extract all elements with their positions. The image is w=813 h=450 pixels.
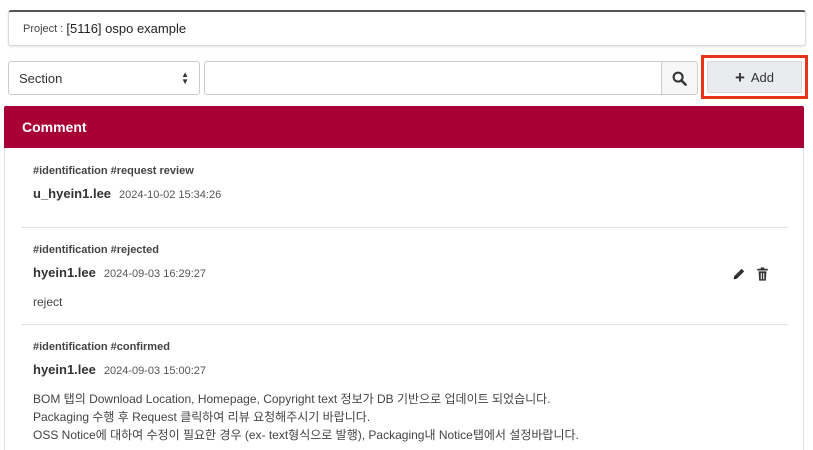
comment-item: #identification #confirmed hyein1.lee 20… [33, 341, 787, 444]
comment-date: 2024-09-03 16:29:27 [103, 268, 207, 280]
comment-tags: #identification #rejected [33, 244, 159, 256]
comment-item: #identification #request review u_hyein1… [33, 165, 787, 201]
comment-line: Packaging 수행 후 Request 클릭하여 리뷰 요청해주시기 바랍… [33, 410, 371, 424]
plus-icon: + [734, 67, 745, 87]
trash-icon[interactable] [756, 267, 769, 281]
search-button[interactable] [661, 61, 698, 95]
comment-tags: #identification #confirmed [33, 341, 170, 353]
comment-author: hyein1.lee [33, 362, 96, 377]
comment-line: OSS Notice에 대하여 수정이 필요한 경우 (ex- text형식으로… [33, 428, 579, 442]
project-name: [5116] ospo example [66, 21, 187, 36]
comment-line: reject [33, 295, 63, 309]
comment-date: 2024-10-02 15:34:26 [119, 189, 222, 201]
comment-item: #identification #rejected hyein1.lee 202… [33, 244, 787, 311]
select-arrows-icon: ▲ ▼ [181, 70, 189, 86]
divider [21, 227, 788, 228]
comment-header-title: Comment [22, 119, 87, 135]
comment-line: BOM 탭의 Download Location, Homepage, Copy… [33, 392, 551, 406]
comment-date: 2024-09-03 15:00:27 [103, 365, 207, 377]
add-button[interactable]: + Add [707, 61, 802, 93]
project-label: Project : [23, 22, 64, 35]
comment-author: u_hyein1.lee [33, 186, 112, 201]
comment-body: reject [33, 293, 787, 311]
comment-list: #identification #request review u_hyein1… [4, 148, 804, 450]
add-button-highlight: + Add [701, 55, 808, 99]
divider [21, 324, 788, 325]
search-input[interactable] [204, 61, 662, 95]
pencil-icon[interactable] [732, 267, 746, 281]
search-icon [672, 71, 687, 86]
section-select[interactable]: Section ▲ ▼ [8, 61, 200, 95]
comment-header: Comment [4, 106, 804, 148]
project-bar: Project : [5116] ospo example [8, 10, 806, 46]
comment-tags: #identification #request review [33, 165, 194, 177]
section-select-value: Section [19, 70, 63, 86]
add-button-label: Add [750, 69, 775, 85]
comment-author: hyein1.lee [33, 265, 96, 280]
comment-body: BOM 탭의 Download Location, Homepage, Copy… [33, 390, 787, 444]
